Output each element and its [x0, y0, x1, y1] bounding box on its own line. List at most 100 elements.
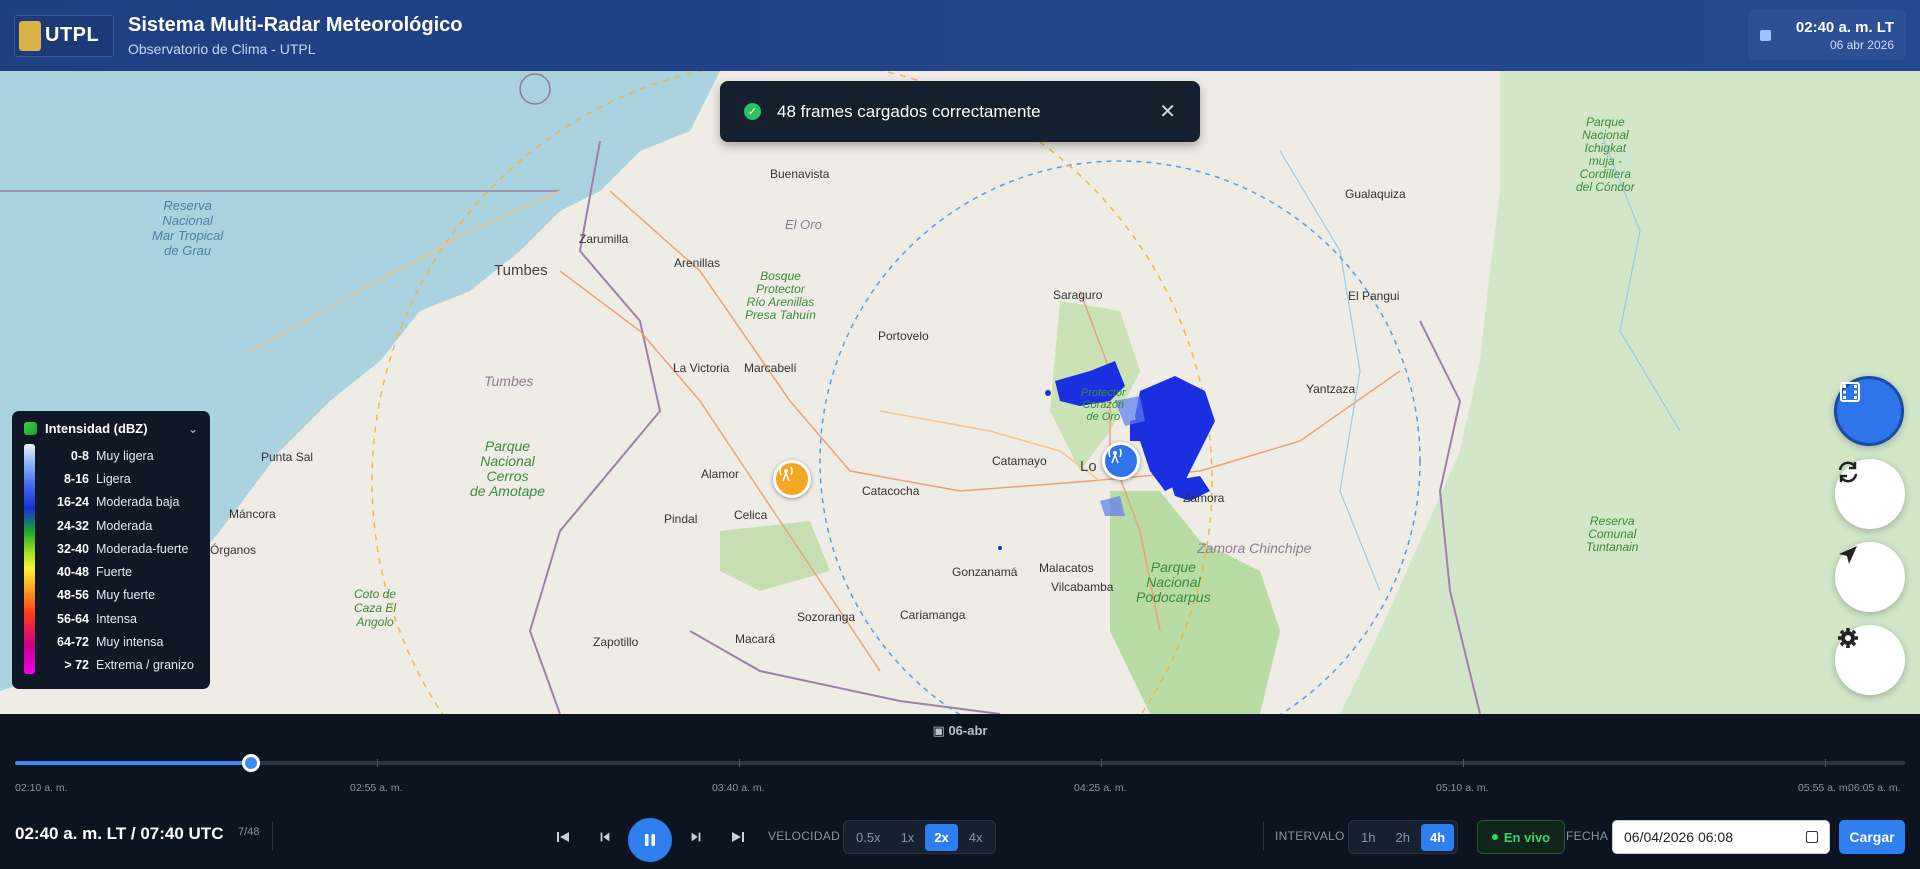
clock-date: 06 abr 2026 — [1829, 37, 1894, 52]
refresh-icon — [1838, 461, 1858, 483]
map-label-yantzaza: Yantzaza — [1306, 382, 1356, 396]
map-label-zamora-chinchipe: Zamora Chinchipe — [1197, 540, 1312, 556]
interval-1h[interactable]: 1h — [1352, 824, 1384, 851]
legend-title: Intensidad (dBZ) — [45, 421, 148, 436]
map-label-bosque-arenillas: Bosque Protector Río Arenillas Presa Tah… — [745, 269, 816, 322]
legend-row: 16-24 Moderada baja — [43, 491, 194, 514]
map-label-tuntanain: Reserva Comunal Tuntanain — [1586, 514, 1639, 554]
divider — [1263, 822, 1264, 850]
divider — [272, 822, 273, 850]
speed-selector: 0.5x 1x 2x 4x — [843, 820, 996, 854]
legend-range: 16-24 — [57, 495, 89, 510]
radar-tower-icon — [779, 466, 793, 482]
calendar-icon[interactable] — [1806, 831, 1818, 843]
timeline-tick-label: 04:25 a. m. — [1074, 782, 1127, 794]
refresh-button[interactable] — [1835, 459, 1905, 529]
close-icon[interactable]: ✕ — [1159, 99, 1176, 124]
legend-row: 8-16 Ligera — [43, 467, 194, 490]
legend-row: 24-32 Moderada — [43, 514, 194, 537]
map-label-la-victoria: La Victoria — [673, 361, 730, 375]
pause-button[interactable] — [628, 818, 672, 862]
speed-0.5x[interactable]: 0.5x — [847, 824, 890, 851]
map-label-podocarpus: Parque Nacional Podocarpus — [1136, 559, 1211, 605]
current-time: 02:40 a. m. LT / 07:40 UTC — [15, 824, 224, 843]
university-seal-icon — [19, 20, 41, 51]
chevron-down-icon[interactable]: ⌄ — [188, 422, 198, 436]
legend-header[interactable]: Intensidad (dBZ) ⌄ — [24, 421, 198, 436]
legend-row: > 72 Extrema / granizo — [43, 654, 194, 677]
clock-time: 02:40 a. m. LT — [1795, 18, 1894, 36]
clock-icon — [1760, 29, 1771, 41]
timeline-tick — [1825, 759, 1826, 767]
map-label-loja: Lo — [1080, 458, 1097, 475]
legend-row: 48-56 Muy fuerte — [43, 584, 194, 607]
gear-icon — [1838, 628, 1858, 648]
map-label-marcabeli: Marcabelí — [744, 361, 797, 375]
legend-label: Ligera — [96, 471, 131, 486]
radar-marker-alamor[interactable] — [773, 460, 811, 498]
map-label-macara: Macará — [735, 632, 776, 646]
timeline-tick-label: 06:05 a. m. — [1848, 782, 1901, 794]
interval-2h[interactable]: 2h — [1386, 824, 1418, 851]
radar-tower-icon — [1108, 448, 1122, 464]
interval-4h[interactable]: 4h — [1420, 823, 1455, 851]
timeline-slider[interactable] — [15, 754, 1905, 772]
speed-2x[interactable]: 2x — [925, 823, 958, 851]
map-label-portovelo: Portovelo — [878, 329, 929, 343]
live-button[interactable]: En vivo — [1477, 820, 1565, 854]
next-frame-button[interactable] — [683, 824, 709, 850]
legend-color-scale — [24, 444, 35, 674]
map-label-malacatos: Malacatos — [1039, 561, 1094, 575]
success-toast: ✓ 48 frames cargados correctamente ✕ — [720, 81, 1200, 142]
prev-frame-button[interactable] — [592, 824, 618, 850]
last-frame-button[interactable] — [725, 824, 751, 850]
map-label-catamayo: Catamayo — [992, 454, 1047, 468]
radar-marker-loja[interactable] — [1102, 442, 1140, 480]
map-label-corazon-oro: Protector Corazón de Oro — [1081, 387, 1126, 423]
legend-label: Fuerte — [96, 565, 133, 580]
interval-selector: 1h 2h 4h — [1348, 820, 1459, 854]
app-header: UTPL Sistema Multi-Radar Meteorológico O… — [0, 0, 1920, 71]
map-label-ichigkat: Parque Nacional Ichigkat muja - Cordille… — [1576, 115, 1635, 194]
map-label-el-oro: El Oro — [785, 217, 822, 232]
timeline-tick — [377, 759, 378, 767]
map-label-saraguro: Saraguro — [1053, 288, 1103, 302]
legend-row: 56-64 Intensa — [43, 607, 194, 630]
map-label-punta-sal: Punta Sal — [261, 450, 314, 464]
utpl-logo[interactable]: UTPL — [14, 14, 114, 57]
first-frame-button[interactable] — [550, 824, 576, 850]
settings-button[interactable] — [1835, 625, 1905, 695]
speed-1x[interactable]: 1x — [892, 824, 924, 851]
map-label-pindal: Pindal — [664, 512, 698, 526]
map-label-gonzanama: Gonzanamá — [952, 565, 1018, 579]
load-button[interactable]: Cargar — [1839, 820, 1905, 854]
map-label-parque-amotape: Parque Nacional Cerros de Amotape — [470, 438, 545, 499]
skip-end-icon — [732, 832, 744, 842]
map-label-zarumilla: Zarumilla — [579, 232, 629, 246]
timeline-tick-label: 03:40 a. m. — [712, 782, 765, 794]
legend-label: Moderada-fuerte — [96, 541, 189, 556]
speed-4x[interactable]: 4x — [960, 824, 992, 851]
date-label: FECHA — [1566, 829, 1609, 843]
frame-counter: 7/48 — [238, 826, 260, 838]
legend-row: 32-40 Moderada-fuerte — [43, 537, 194, 560]
radar-map[interactable]: Buenavista El Oro Gualaquiza Zarumilla T… — [0, 71, 1920, 714]
frames-button[interactable] — [1834, 376, 1904, 446]
legend-label: Muy fuerte — [96, 588, 156, 603]
interval-label: INTERVALO — [1275, 829, 1345, 843]
datetime-input[interactable]: 06/04/2026 06:08 — [1612, 820, 1830, 854]
timeline-handle[interactable] — [242, 754, 260, 772]
check-icon: ✓ — [744, 103, 761, 120]
locate-icon — [1839, 546, 1857, 564]
timeline-tick-label: 05:55 a. m. — [1798, 782, 1851, 794]
map-label-coto-caza: Coto de Caza El Angolo — [354, 587, 397, 629]
legend-range: 0-8 — [70, 448, 89, 463]
header-titles: Sistema Multi-Radar Meteorológico Observ… — [128, 14, 463, 57]
map-label-celica: Celica — [734, 508, 768, 522]
legend-range: 56-64 — [57, 611, 89, 626]
legend-label: Moderada baja — [96, 495, 180, 510]
timeline-date-text: 06-abr — [948, 723, 988, 738]
playback-controls: 02:40 a. m. LT / 07:40 UTC 7/48 VELOCIDA… — [0, 818, 1920, 862]
locate-button[interactable] — [1835, 542, 1905, 612]
timeline-tick — [739, 759, 740, 767]
